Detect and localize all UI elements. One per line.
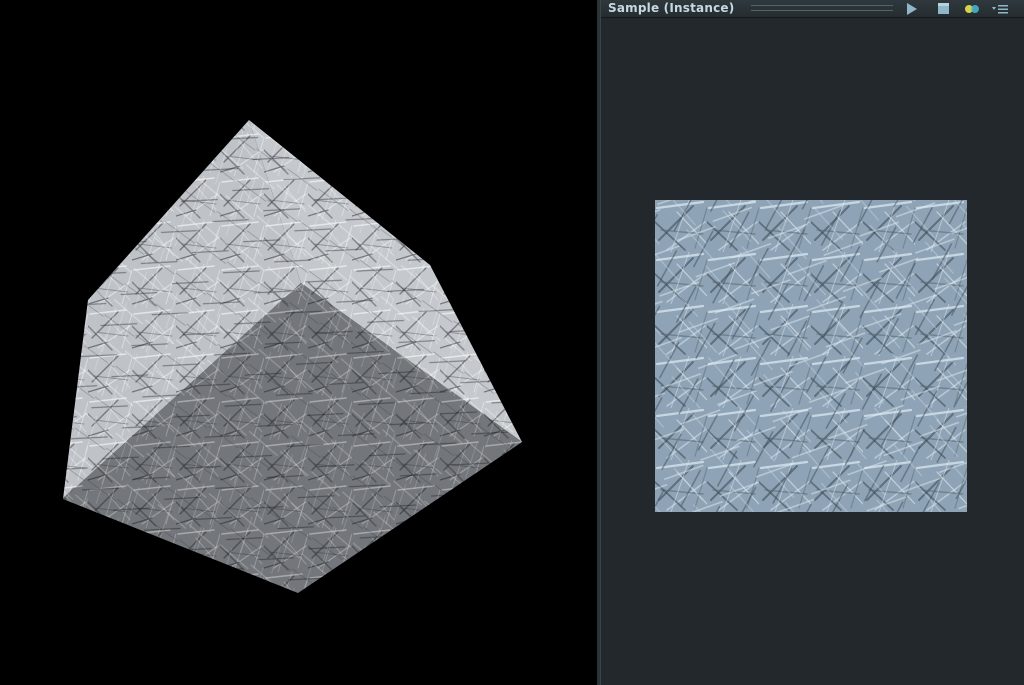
channels-button[interactable] <box>963 1 981 16</box>
app-window: Sample (Instance) <box>0 0 1024 685</box>
menu-button[interactable] <box>991 1 1009 16</box>
header-grip[interactable] <box>751 5 893 11</box>
3d-viewport[interactable] <box>0 0 597 685</box>
stop-button[interactable] <box>935 1 953 16</box>
panel-title: Sample (Instance) <box>608 1 735 15</box>
texture-preview[interactable] <box>655 200 967 512</box>
channels-icon <box>965 4 979 13</box>
play-button[interactable] <box>903 1 921 16</box>
panel-header[interactable]: Sample (Instance) <box>601 0 1024 18</box>
viewport-canvas <box>63 120 522 593</box>
texture-panel: Sample (Instance) <box>600 0 1024 685</box>
menu-icon <box>992 4 1008 13</box>
play-icon <box>907 2 917 15</box>
panel-body <box>601 18 1024 685</box>
stop-icon <box>938 2 949 14</box>
